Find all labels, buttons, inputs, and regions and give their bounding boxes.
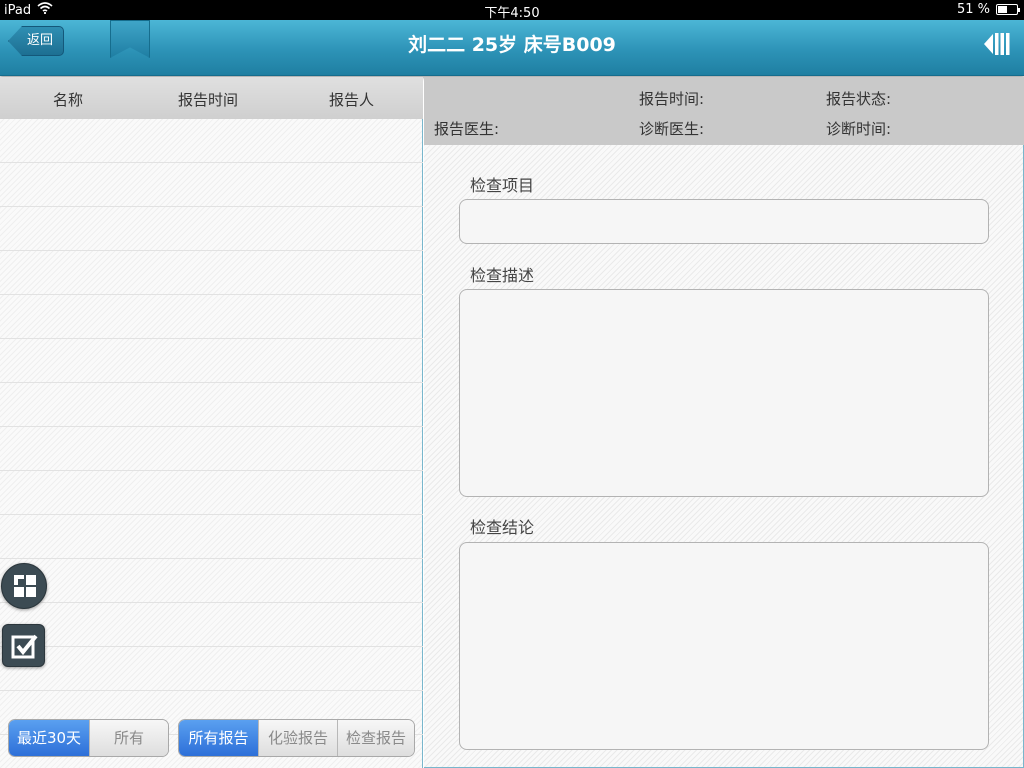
column-name[interactable]: 名称 [53, 89, 83, 110]
checkbox-icon [11, 634, 38, 659]
report-type-segment: 所有报告 化验报告 检查报告 [178, 719, 415, 757]
grid-icon [14, 575, 36, 597]
exam-item-field[interactable] [459, 199, 989, 244]
list-item[interactable] [0, 603, 423, 647]
report-list [0, 119, 423, 735]
diagnosis-time-label: 诊断时间: [826, 120, 892, 138]
list-item[interactable] [0, 383, 423, 427]
select-mode-button[interactable] [2, 624, 45, 667]
list-item[interactable] [0, 427, 423, 471]
exam-description-label: 检查描述 [470, 266, 535, 285]
status-bar: iPad 下午4:50 51 % [0, 0, 1024, 21]
list-header: 名称 报告时间 报告人 [0, 77, 423, 119]
report-status-label: 报告状态: [826, 90, 892, 108]
column-report-time[interactable]: 报告时间 [178, 89, 238, 110]
list-item[interactable] [0, 559, 423, 603]
status-time: 下午4:50 [484, 6, 540, 21]
exam-conclusion-label: 检查结论 [470, 518, 535, 537]
filter-recent-30-days[interactable]: 最近30天 [9, 720, 89, 756]
list-item[interactable] [0, 515, 423, 559]
report-doctor-label: 报告医生: [434, 120, 500, 138]
exam-item-label: 检查项目 [470, 176, 535, 195]
filter-all-reports[interactable]: 所有报告 [179, 720, 258, 756]
list-item[interactable] [0, 471, 423, 515]
list-item[interactable] [0, 207, 423, 251]
nav-bar: 返回 刘二二 25岁 床号B009 [0, 20, 1024, 76]
filter-lab-reports[interactable]: 化验报告 [258, 720, 337, 756]
list-item[interactable] [0, 251, 423, 295]
report-info-bar: 报告时间: 报告状态: 报告医生: 诊断医生: 诊断时间: [424, 77, 1024, 145]
exam-description-field[interactable] [459, 289, 989, 497]
list-item[interactable] [0, 295, 423, 339]
list-item[interactable] [0, 119, 423, 163]
list-item[interactable] [0, 339, 423, 383]
report-list-panel: 名称 报告时间 报告人 最近30天 所有 所有报告 化验报告 检查报告 [0, 77, 423, 768]
list-item[interactable] [0, 647, 423, 691]
list-item[interactable] [0, 163, 423, 207]
filter-all-time[interactable]: 所有 [89, 720, 168, 756]
diagnosis-doctor-label: 诊断医生: [639, 120, 705, 138]
battery-text: 51 % [956, 2, 990, 17]
patient-title: 刘二二 25岁 床号B009 [408, 34, 616, 56]
column-reporter[interactable]: 报告人 [329, 89, 374, 110]
grid-view-button[interactable] [1, 563, 47, 609]
battery-icon [996, 4, 1020, 15]
report-detail-panel: 报告时间: 报告状态: 报告医生: 诊断医生: 诊断时间: 检查项目 检查描述 … [424, 77, 1024, 768]
collapse-panel-icon[interactable] [984, 30, 1010, 58]
report-time-label: 报告时间: [639, 90, 705, 108]
exam-conclusion-field[interactable] [459, 542, 989, 750]
filter-exam-reports[interactable]: 检查报告 [337, 720, 414, 756]
time-filter-segment: 最近30天 所有 [8, 719, 169, 757]
